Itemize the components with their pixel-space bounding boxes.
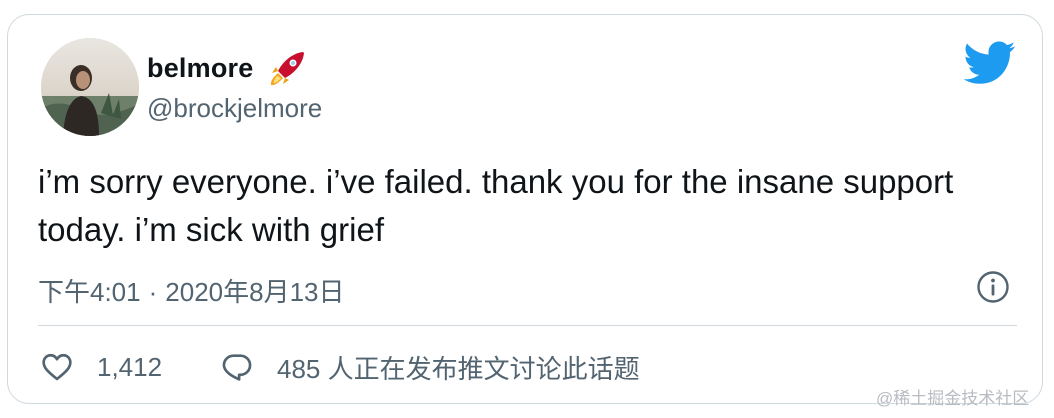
display-name[interactable]: belmore [147,53,253,84]
watermark: @稀土掘金技术社区 [876,389,1030,408]
timestamp-separator: · [148,277,158,307]
divider [38,325,1017,326]
rocket-icon [270,52,304,86]
like-count: 1,412 [97,351,163,382]
avatar-photo [41,38,139,136]
like-button[interactable]: 1,412 [41,347,162,387]
tweet-date: 2020年8月13日 [165,277,345,307]
info-icon[interactable] [976,270,1010,304]
tweet-timestamp[interactable]: 下午4:01 · 2020年8月13日 [38,272,345,309]
tweet-text: i’m sorry everyone. i’ve failed. thank y… [38,163,954,248]
tweet-time: 下午4:01 [38,277,141,307]
avatar[interactable] [41,38,139,136]
twitter-bird-icon[interactable] [964,41,1016,85]
heart-icon [42,353,72,381]
speech-bubble-icon [222,354,252,381]
reply-discussion-text: 485 人正在发布推文讨论此话题 [277,353,640,384]
user-handle[interactable]: @brockjelmore [147,93,322,124]
tweet-card: belmore @brockjelmore i’m sorry everyone… [7,14,1043,404]
reply-button[interactable]: 485 人正在发布推文讨论此话题 [221,347,640,387]
